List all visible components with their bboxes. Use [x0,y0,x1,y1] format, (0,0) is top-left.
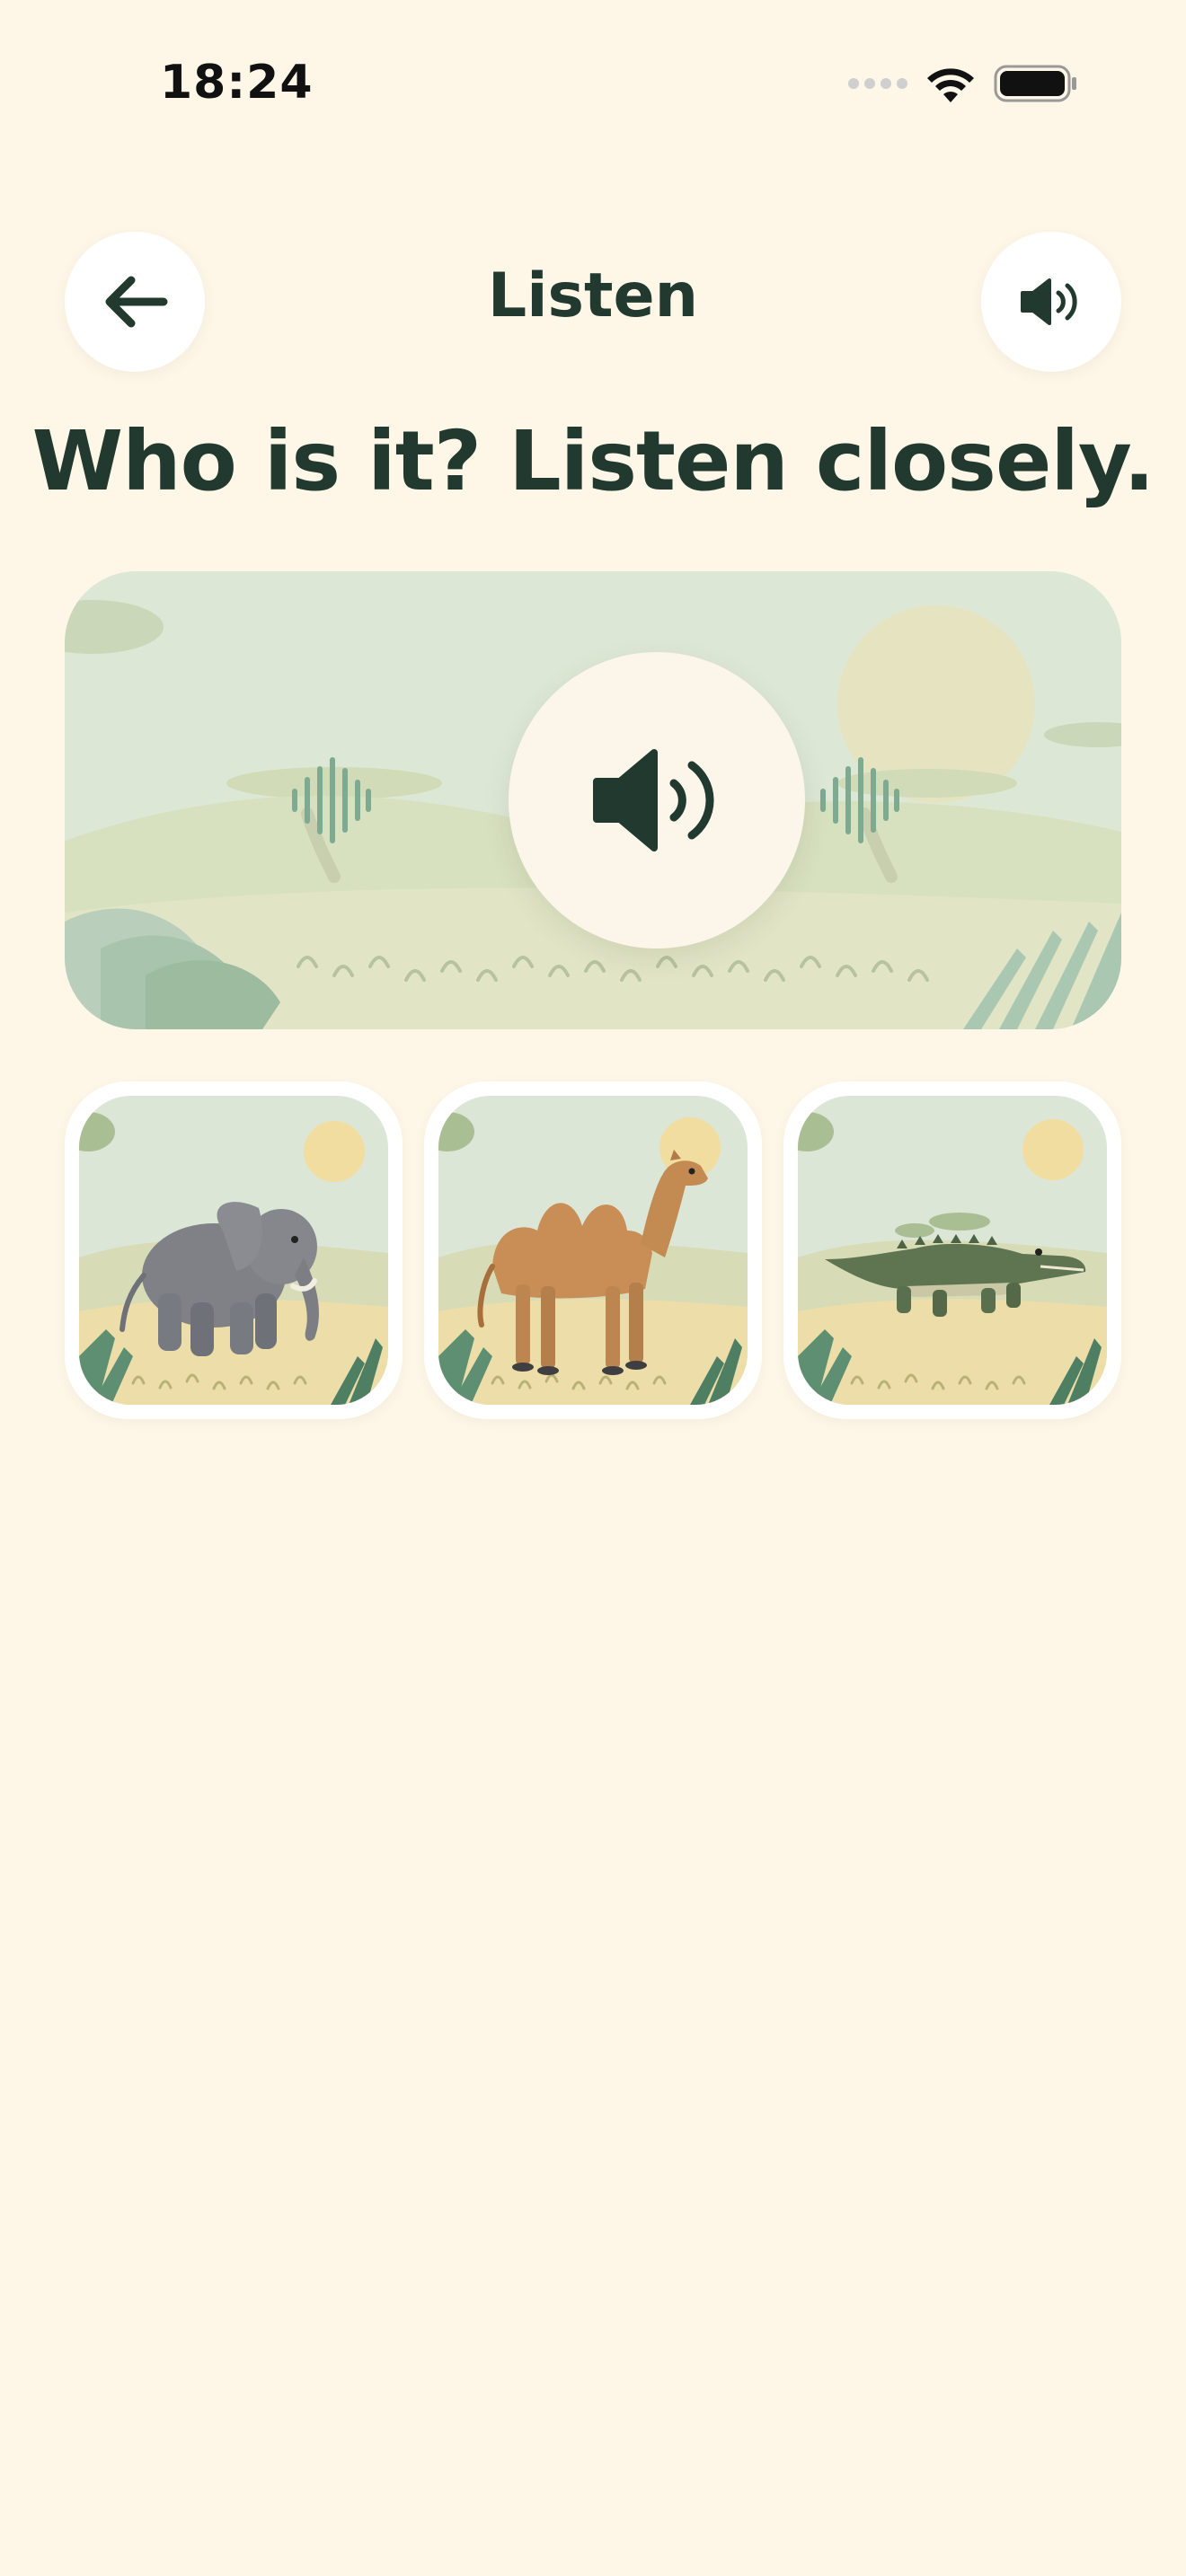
battery-icon [994,65,1076,102]
wifi-icon [927,68,974,102]
audio-hero-card[interactable] [65,571,1121,1029]
camel-image [438,1096,748,1405]
play-sound-button[interactable] [509,652,805,948]
sound-wave-right-icon [820,757,899,843]
choice-elephant[interactable] [65,1081,403,1419]
speaker-icon [1021,278,1077,325]
crocodile-image [798,1096,1107,1405]
choice-crocodile[interactable] [783,1081,1121,1419]
sound-button[interactable] [981,232,1121,372]
question-heading: Who is it? Listen closely. [31,413,1155,509]
status-icons [848,63,1078,104]
choice-camel[interactable] [424,1081,762,1419]
speaker-icon [593,749,714,851]
sound-wave-left-icon [292,757,371,843]
cellular-signal-icon [848,78,907,89]
status-time: 18:24 [160,56,314,110]
answer-choices [65,1081,1121,1419]
elephant-image [79,1096,388,1405]
